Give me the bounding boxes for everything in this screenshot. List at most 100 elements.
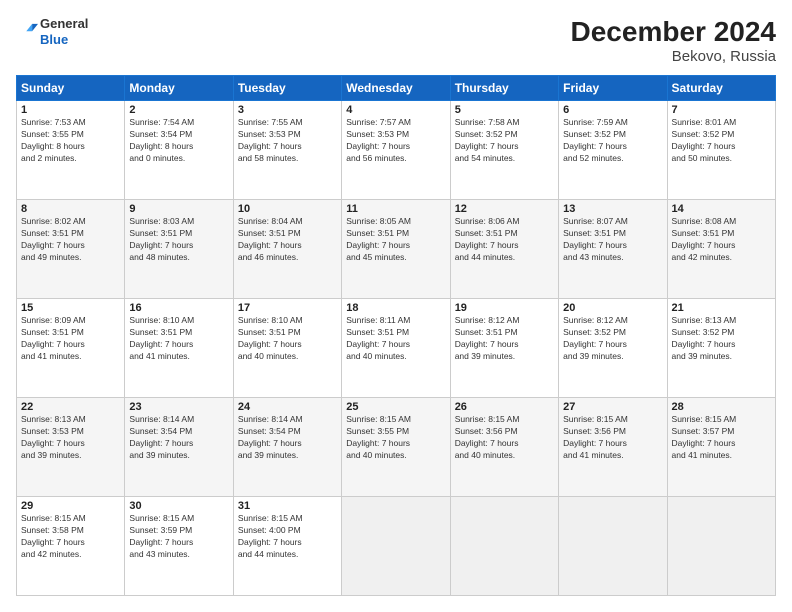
calendar-cell: 21Sunrise: 8:13 AMSunset: 3:52 PMDayligh…: [667, 299, 775, 398]
day-info: Sunrise: 7:55 AMSunset: 3:53 PMDaylight:…: [238, 117, 303, 163]
calendar-cell: [667, 497, 775, 596]
day-info: Sunrise: 8:13 AMSunset: 3:52 PMDaylight:…: [672, 315, 737, 361]
calendar-header-wednesday: Wednesday: [342, 76, 450, 101]
logo-text: General Blue: [40, 16, 88, 47]
day-number: 29: [21, 500, 120, 512]
day-number: 10: [238, 203, 337, 215]
calendar-cell: 19Sunrise: 8:12 AMSunset: 3:51 PMDayligh…: [450, 299, 558, 398]
day-info: Sunrise: 8:15 AMSunset: 4:00 PMDaylight:…: [238, 513, 303, 559]
calendar-cell: 7Sunrise: 8:01 AMSunset: 3:52 PMDaylight…: [667, 101, 775, 200]
day-number: 2: [129, 104, 228, 116]
day-info: Sunrise: 8:04 AMSunset: 3:51 PMDaylight:…: [238, 216, 303, 262]
day-number: 13: [563, 203, 662, 215]
day-number: 24: [238, 401, 337, 413]
calendar-cell: 25Sunrise: 8:15 AMSunset: 3:55 PMDayligh…: [342, 398, 450, 497]
day-info: Sunrise: 7:59 AMSunset: 3:52 PMDaylight:…: [563, 117, 628, 163]
calendar-header-row: SundayMondayTuesdayWednesdayThursdayFrid…: [17, 76, 776, 101]
day-info: Sunrise: 8:12 AMSunset: 3:51 PMDaylight:…: [455, 315, 520, 361]
calendar-cell: 3Sunrise: 7:55 AMSunset: 3:53 PMDaylight…: [233, 101, 341, 200]
day-number: 27: [563, 401, 662, 413]
calendar-cell: 10Sunrise: 8:04 AMSunset: 3:51 PMDayligh…: [233, 200, 341, 299]
logo-general: General: [40, 16, 88, 32]
day-number: 17: [238, 302, 337, 314]
calendar-header-saturday: Saturday: [667, 76, 775, 101]
day-number: 21: [672, 302, 771, 314]
day-info: Sunrise: 8:08 AMSunset: 3:51 PMDaylight:…: [672, 216, 737, 262]
day-number: 16: [129, 302, 228, 314]
day-number: 18: [346, 302, 445, 314]
day-number: 15: [21, 302, 120, 314]
day-info: Sunrise: 8:15 AMSunset: 3:55 PMDaylight:…: [346, 414, 411, 460]
logo: General Blue: [16, 16, 88, 47]
calendar-cell: 29Sunrise: 8:15 AMSunset: 3:58 PMDayligh…: [17, 497, 125, 596]
calendar-cell: 17Sunrise: 8:10 AMSunset: 3:51 PMDayligh…: [233, 299, 341, 398]
day-number: 31: [238, 500, 337, 512]
calendar-cell: 9Sunrise: 8:03 AMSunset: 3:51 PMDaylight…: [125, 200, 233, 299]
day-info: Sunrise: 8:15 AMSunset: 3:59 PMDaylight:…: [129, 513, 194, 559]
calendar-header-tuesday: Tuesday: [233, 76, 341, 101]
calendar-cell: 13Sunrise: 8:07 AMSunset: 3:51 PMDayligh…: [559, 200, 667, 299]
day-info: Sunrise: 7:54 AMSunset: 3:54 PMDaylight:…: [129, 117, 194, 163]
calendar-cell: [450, 497, 558, 596]
day-info: Sunrise: 8:05 AMSunset: 3:51 PMDaylight:…: [346, 216, 411, 262]
day-info: Sunrise: 7:53 AMSunset: 3:55 PMDaylight:…: [21, 117, 86, 163]
day-number: 8: [21, 203, 120, 215]
calendar-cell: 8Sunrise: 8:02 AMSunset: 3:51 PMDaylight…: [17, 200, 125, 299]
logo-blue: Blue: [40, 32, 88, 48]
day-info: Sunrise: 8:10 AMSunset: 3:51 PMDaylight:…: [238, 315, 303, 361]
day-info: Sunrise: 8:10 AMSunset: 3:51 PMDaylight:…: [129, 315, 194, 361]
day-number: 3: [238, 104, 337, 116]
page: General Blue December 2024 Bekovo, Russi…: [0, 0, 792, 612]
day-info: Sunrise: 8:15 AMSunset: 3:56 PMDaylight:…: [563, 414, 628, 460]
day-info: Sunrise: 8:14 AMSunset: 3:54 PMDaylight:…: [238, 414, 303, 460]
day-number: 4: [346, 104, 445, 116]
calendar-cell: 30Sunrise: 8:15 AMSunset: 3:59 PMDayligh…: [125, 497, 233, 596]
calendar-cell: 24Sunrise: 8:14 AMSunset: 3:54 PMDayligh…: [233, 398, 341, 497]
day-info: Sunrise: 8:03 AMSunset: 3:51 PMDaylight:…: [129, 216, 194, 262]
day-number: 25: [346, 401, 445, 413]
day-info: Sunrise: 8:01 AMSunset: 3:52 PMDaylight:…: [672, 117, 737, 163]
day-info: Sunrise: 8:15 AMSunset: 3:56 PMDaylight:…: [455, 414, 520, 460]
calendar-cell: 14Sunrise: 8:08 AMSunset: 3:51 PMDayligh…: [667, 200, 775, 299]
logo-icon: [16, 21, 38, 43]
calendar-cell: 20Sunrise: 8:12 AMSunset: 3:52 PMDayligh…: [559, 299, 667, 398]
day-number: 1: [21, 104, 120, 116]
calendar-cell: 15Sunrise: 8:09 AMSunset: 3:51 PMDayligh…: [17, 299, 125, 398]
calendar-cell: 2Sunrise: 7:54 AMSunset: 3:54 PMDaylight…: [125, 101, 233, 200]
calendar-cell: 23Sunrise: 8:14 AMSunset: 3:54 PMDayligh…: [125, 398, 233, 497]
day-number: 11: [346, 203, 445, 215]
day-number: 6: [563, 104, 662, 116]
calendar-table: SundayMondayTuesdayWednesdayThursdayFrid…: [16, 75, 776, 596]
day-number: 12: [455, 203, 554, 215]
page-title: December 2024: [571, 16, 776, 48]
calendar-cell: 6Sunrise: 7:59 AMSunset: 3:52 PMDaylight…: [559, 101, 667, 200]
page-subtitle: Bekovo, Russia: [571, 48, 776, 65]
calendar-cell: [559, 497, 667, 596]
calendar-cell: [342, 497, 450, 596]
calendar-header-sunday: Sunday: [17, 76, 125, 101]
day-number: 14: [672, 203, 771, 215]
day-info: Sunrise: 8:11 AMSunset: 3:51 PMDaylight:…: [346, 315, 410, 361]
calendar-cell: 28Sunrise: 8:15 AMSunset: 3:57 PMDayligh…: [667, 398, 775, 497]
day-number: 9: [129, 203, 228, 215]
day-info: Sunrise: 7:57 AMSunset: 3:53 PMDaylight:…: [346, 117, 411, 163]
calendar-week-5: 29Sunrise: 8:15 AMSunset: 3:58 PMDayligh…: [17, 497, 776, 596]
calendar-week-1: 1Sunrise: 7:53 AMSunset: 3:55 PMDaylight…: [17, 101, 776, 200]
day-info: Sunrise: 8:13 AMSunset: 3:53 PMDaylight:…: [21, 414, 86, 460]
calendar-week-2: 8Sunrise: 8:02 AMSunset: 3:51 PMDaylight…: [17, 200, 776, 299]
day-number: 30: [129, 500, 228, 512]
day-number: 19: [455, 302, 554, 314]
day-info: Sunrise: 7:58 AMSunset: 3:52 PMDaylight:…: [455, 117, 520, 163]
day-number: 28: [672, 401, 771, 413]
calendar-header-monday: Monday: [125, 76, 233, 101]
calendar-cell: 27Sunrise: 8:15 AMSunset: 3:56 PMDayligh…: [559, 398, 667, 497]
calendar-cell: 18Sunrise: 8:11 AMSunset: 3:51 PMDayligh…: [342, 299, 450, 398]
calendar-header-thursday: Thursday: [450, 76, 558, 101]
calendar-cell: 16Sunrise: 8:10 AMSunset: 3:51 PMDayligh…: [125, 299, 233, 398]
day-info: Sunrise: 8:07 AMSunset: 3:51 PMDaylight:…: [563, 216, 628, 262]
calendar-cell: 4Sunrise: 7:57 AMSunset: 3:53 PMDaylight…: [342, 101, 450, 200]
calendar-header-friday: Friday: [559, 76, 667, 101]
calendar-week-4: 22Sunrise: 8:13 AMSunset: 3:53 PMDayligh…: [17, 398, 776, 497]
day-info: Sunrise: 8:14 AMSunset: 3:54 PMDaylight:…: [129, 414, 194, 460]
day-info: Sunrise: 8:09 AMSunset: 3:51 PMDaylight:…: [21, 315, 86, 361]
